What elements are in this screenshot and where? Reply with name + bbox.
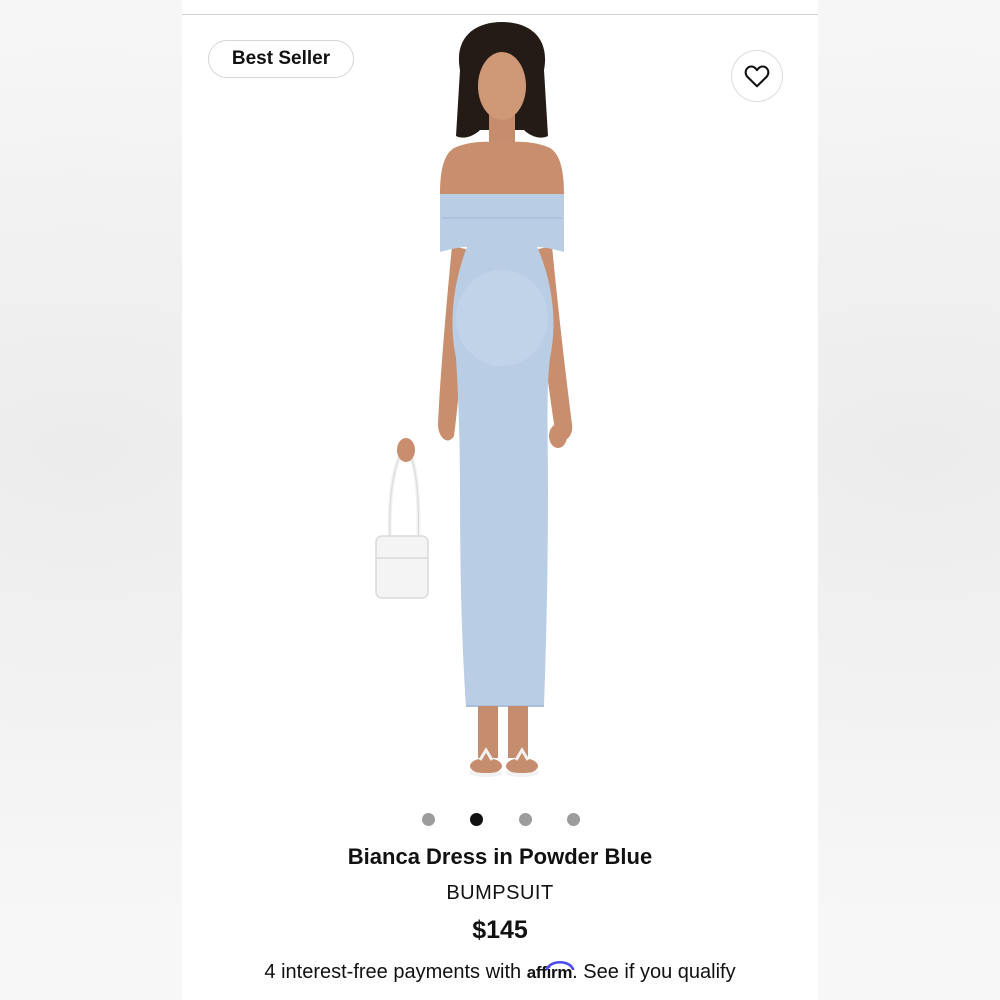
favorite-button[interactable] <box>731 50 783 102</box>
carousel-dot-4[interactable] <box>567 813 580 826</box>
carousel-indicators <box>182 813 818 827</box>
product-brand[interactable]: BUMPSUIT <box>182 882 818 905</box>
product-price: $145 <box>472 916 528 944</box>
financing-suffix: . See if you qualify <box>572 961 736 983</box>
affirm-logo: affirm <box>527 960 575 983</box>
carousel-dot-2[interactable] <box>470 813 483 826</box>
carousel-dot-1[interactable] <box>422 813 435 826</box>
best-seller-badge: Best Seller <box>208 40 354 78</box>
product-name[interactable]: Bianca Dress in Powder Blue <box>182 844 818 870</box>
product-image[interactable] <box>362 18 642 803</box>
affirm-arc-icon <box>545 960 575 970</box>
carousel-dot-3[interactable] <box>519 813 532 826</box>
financing-prefix: 4 interest-free payments with <box>264 961 527 983</box>
financing-message[interactable]: 4 interest-free payments with affirm. Se… <box>182 960 818 984</box>
product-card: Best Seller Bianca Dress in Powder Blue … <box>182 0 818 1000</box>
heart-icon <box>744 65 770 88</box>
best-seller-label: Best Seller <box>231 48 331 69</box>
top-divider <box>182 14 818 15</box>
